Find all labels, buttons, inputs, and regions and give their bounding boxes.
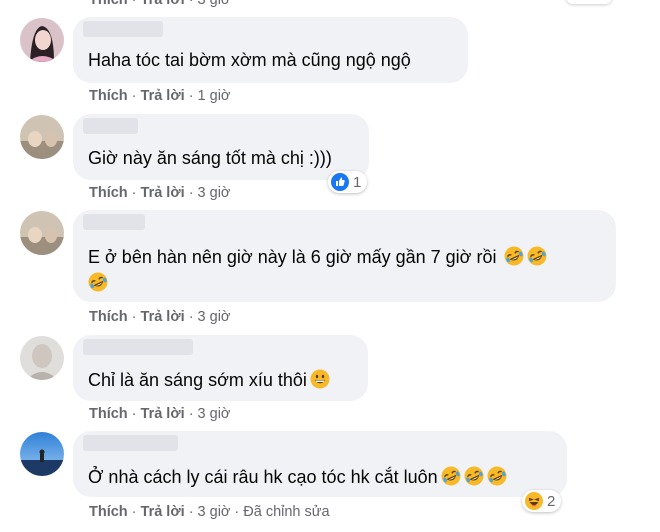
comment-bubble: E ở bên hàn nên giờ này là 6 giờ mấy gần…	[73, 210, 616, 302]
rofl-emoji-icon	[440, 466, 461, 486]
like-link[interactable]: Thích	[89, 504, 128, 520]
edited-label[interactable]: Đã chỉnh sửa	[243, 504, 329, 520]
comment-text: Giờ này ăn sáng tốt mà chị :)))	[88, 148, 332, 168]
like-link[interactable]: Thích	[89, 406, 128, 422]
comment-actions: Thích · Trả lời · 1 giờ	[89, 88, 231, 104]
commenter-name-redacted[interactable]	[83, 435, 178, 451]
reaction-count-badge[interactable]: 2	[522, 490, 562, 512]
commenter-name-redacted[interactable]	[83, 214, 145, 230]
comment-time[interactable]: 1 giờ	[198, 88, 231, 104]
comment-time[interactable]: 3 giờ	[198, 185, 231, 201]
grinning-emoji-icon	[310, 369, 330, 389]
reply-link[interactable]: Trả lời	[141, 504, 185, 520]
comment-text: E ở bên hàn nên giờ này là 6 giờ mấy gần…	[88, 244, 548, 270]
comment-time: 3 giờ	[197, 0, 231, 8]
comment-bubble: Ở nhà cách ly cái râu hk cạo tóc hk cắt …	[73, 431, 567, 497]
reply-link[interactable]: Trả lời	[141, 406, 185, 422]
reply-link[interactable]: Trả lời	[141, 0, 185, 8]
rofl-emoji-icon	[463, 466, 484, 486]
avatar[interactable]	[20, 18, 64, 62]
comment-text: Haha tóc tai bờm xờm mà cũng ngộ ngộ	[88, 50, 411, 70]
reaction-count-badge[interactable]: 1	[328, 171, 368, 193]
comment-actions: Thích · Trả lời · 3 giờ · Đã chỉnh sửa	[89, 504, 330, 520]
comment-bubble: Haha tóc tai bờm xờm mà cũng ngộ ngộ	[73, 17, 468, 83]
comment-time[interactable]: 3 giờ	[198, 504, 231, 520]
avatar[interactable]	[20, 115, 64, 159]
rofl-emoji-icon	[527, 246, 548, 266]
comment-text: Chỉ là ăn sáng sớm xíu thôi	[88, 367, 330, 393]
reply-link[interactable]: Trả lời	[141, 185, 185, 201]
comment-text-line: Chỉ là ăn sáng sớm xíu thôi	[88, 370, 307, 390]
previous-comment-actions: Thích · Trả lời · 3 giờ	[89, 0, 230, 8]
comment-actions: Thích · Trả lời · 3 giờ	[89, 185, 231, 201]
like-link[interactable]: Thích	[89, 185, 128, 201]
like-icon	[331, 173, 349, 191]
comment-time[interactable]: 3 giờ	[198, 406, 231, 422]
rofl-emoji-icon	[88, 272, 108, 292]
avatar[interactable]	[20, 211, 64, 255]
comment-time[interactable]: 3 giờ	[198, 309, 231, 325]
rofl-emoji-icon	[504, 246, 525, 266]
reply-link[interactable]: Trả lời	[141, 88, 185, 104]
like-link[interactable]: Thích	[89, 0, 128, 8]
avatar[interactable]	[20, 432, 64, 476]
reaction-badge-partial	[566, 0, 612, 4]
comment-text-emoji-line	[88, 270, 108, 296]
commenter-name-redacted[interactable]	[83, 21, 163, 37]
comment-text: Ở nhà cách ly cái râu hk cạo tóc hk cắt …	[88, 464, 507, 490]
comment-actions: Thích · Trả lời · 3 giờ	[89, 309, 231, 325]
rofl-emoji-icon	[486, 466, 507, 486]
comment-bubble: Giờ này ăn sáng tốt mà chị :)))	[73, 114, 369, 180]
like-link[interactable]: Thích	[89, 309, 128, 325]
comment-text-line: Ở nhà cách ly cái râu hk cạo tóc hk cắt …	[88, 467, 438, 487]
commenter-name-redacted[interactable]	[83, 118, 138, 134]
comment-actions: Thích · Trả lời · 3 giờ	[89, 406, 231, 422]
haha-icon	[525, 492, 543, 510]
reaction-count: 1	[353, 173, 362, 191]
comment-bubble: Chỉ là ăn sáng sớm xíu thôi	[73, 335, 368, 401]
avatar[interactable]	[20, 336, 64, 380]
like-link[interactable]: Thích	[89, 88, 128, 104]
commenter-name-redacted[interactable]	[83, 339, 193, 355]
comment-text-line: E ở bên hàn nên giờ này là 6 giờ mấy gần…	[88, 247, 497, 267]
reply-link[interactable]: Trả lời	[141, 309, 185, 325]
reaction-count: 2	[547, 492, 556, 510]
